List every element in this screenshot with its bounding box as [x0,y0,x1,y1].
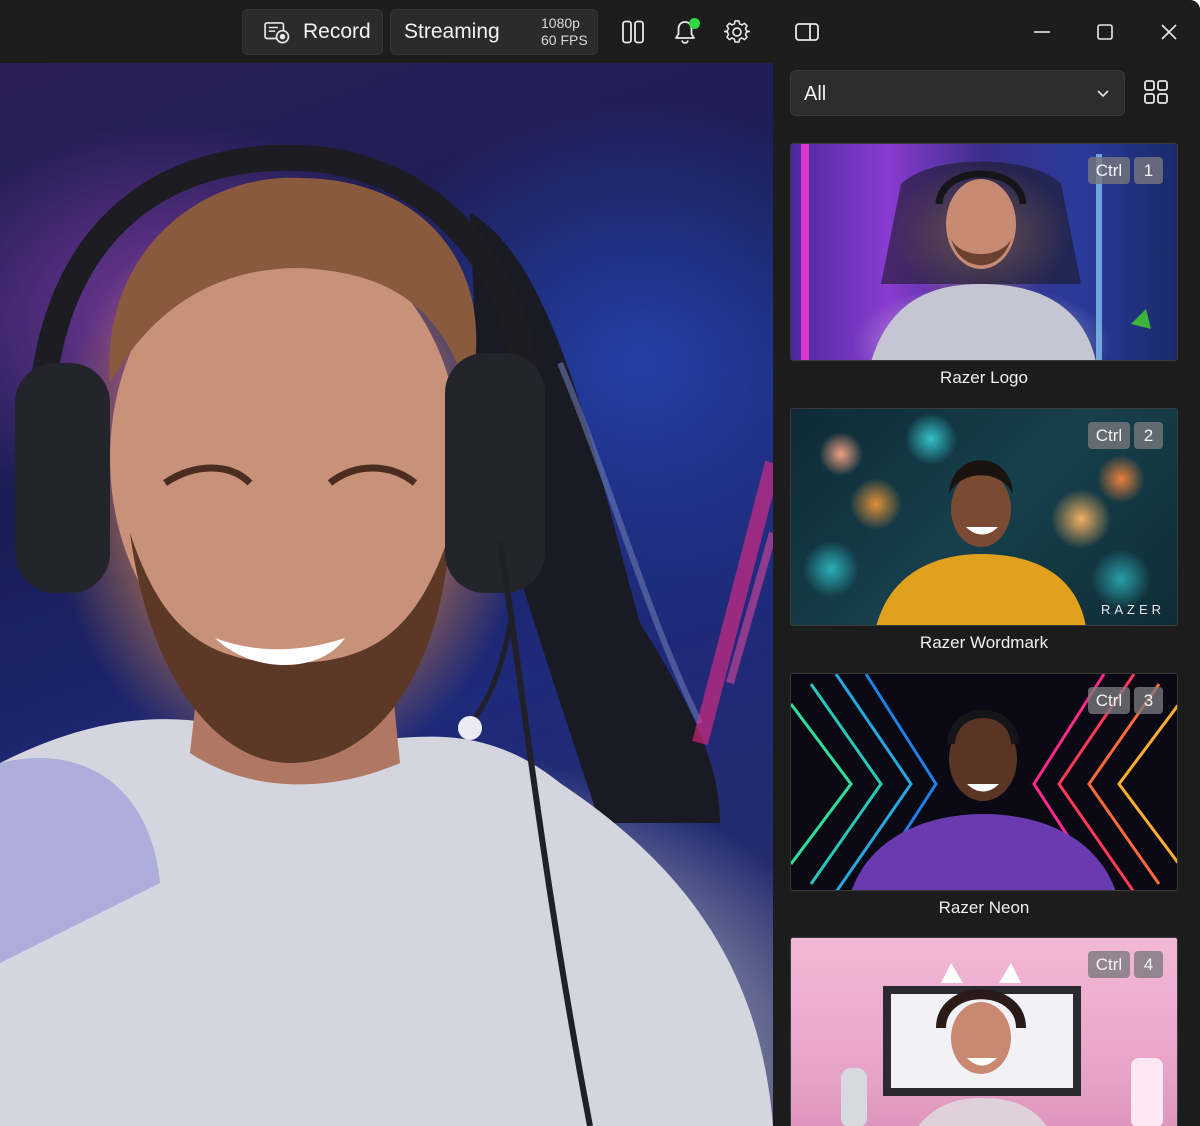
streaming-button[interactable]: Streaming 1080p 60 FPS [390,9,598,55]
app-window: Record Streaming 1080p 60 FPS All Ctrl 1… [0,0,1200,1126]
notification-badge [689,18,700,29]
record-button[interactable]: Record [242,9,383,55]
chevron-down-icon [1097,90,1109,98]
scene-name: Razer Wordmark [919,633,1049,652]
close-icon [1161,24,1177,40]
streaming-label: Streaming [404,20,500,43]
record-icon [264,22,290,44]
scene-filter-dropdown[interactable]: All [790,70,1125,116]
close-window-button[interactable] [1151,14,1187,50]
scene-name: Razer Logo [940,368,1028,387]
settings-button[interactable] [719,14,755,50]
shortcut-key: 3 [1134,687,1163,714]
stream-resolution: 1080p [541,15,580,31]
record-label: Record [303,20,371,43]
shortcut-modifier: Ctrl [1088,951,1130,978]
scene-thumbnail[interactable]: Ctrl 2 RAZER [790,408,1178,626]
notifications-button[interactable] [667,14,703,50]
title-bar: Record Streaming 1080p 60 FPS [0,0,1200,63]
toggle-sidebar-button[interactable] [789,14,825,50]
shortcut-key: 4 [1134,951,1163,978]
camera-preview [0,63,773,1126]
maximize-button[interactable] [1087,14,1123,50]
stream-fps: 60 FPS [541,32,588,48]
maximize-icon [1097,24,1113,40]
grid-view-button[interactable] [1143,79,1175,111]
scene-thumbnail[interactable]: Ctrl 1 [790,143,1178,361]
scene-panel: All Ctrl 1 Razer Logo Ctrl 2 RAZER Razer… [773,63,1200,1126]
shortcut-key: 1 [1134,157,1163,184]
scene-filter-value: All [804,83,827,105]
layout-columns-icon [622,20,644,44]
grid-view-icon [1144,80,1168,104]
shortcut-modifier: Ctrl [1088,687,1130,714]
sidebar-panel-icon [795,23,819,41]
streamer-illustration [0,144,773,1126]
shortcut-modifier: Ctrl [1088,422,1130,449]
scene-thumbnail[interactable]: Ctrl 4 [790,937,1178,1126]
scene-thumbnail[interactable]: Ctrl 3 [790,673,1178,891]
minimize-icon [1034,31,1050,33]
shortcut-key: 2 [1134,422,1163,449]
settings-gear-icon [724,20,750,43]
stream-quality: 1080p 60 FPS [541,15,588,49]
layout-columns-button[interactable] [615,14,651,50]
minimize-button[interactable] [1024,14,1060,50]
scene-name: Razer Neon [938,898,1030,917]
razer-watermark: RAZER [1100,602,1165,617]
shortcut-modifier: Ctrl [1088,157,1130,184]
